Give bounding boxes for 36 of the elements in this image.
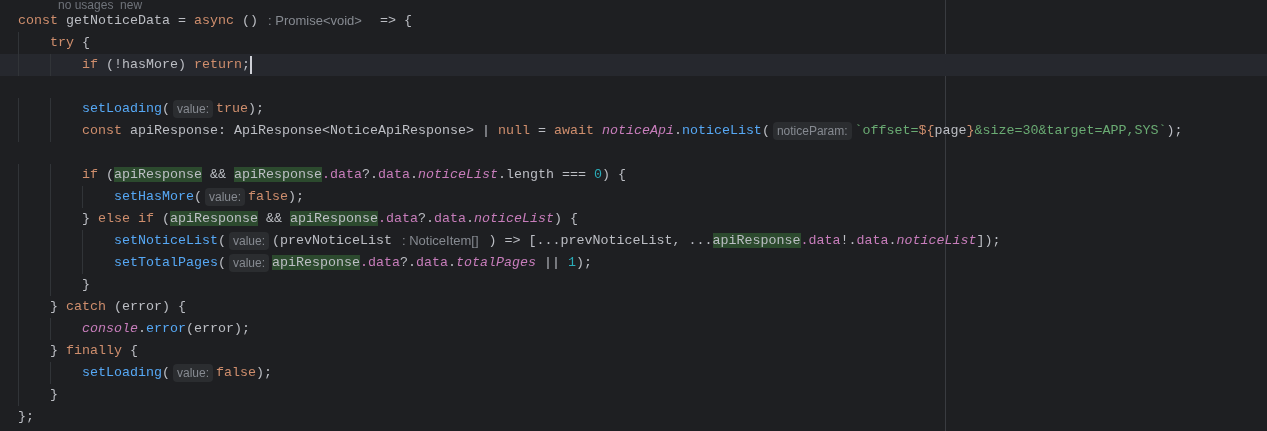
inlay-hint: value: bbox=[172, 100, 213, 118]
code-text: try { bbox=[49, 34, 90, 52]
code-text: setLoading( bbox=[81, 364, 170, 382]
code-text: }; bbox=[18, 408, 34, 426]
inlay-hint: value: bbox=[172, 364, 213, 382]
type-hint: : Promise<void> bbox=[267, 12, 363, 30]
code-text: ) => [...prevNoticeList, ...apiResponse.data!.data.noticeList]); bbox=[487, 232, 1001, 250]
inlay-hint: noticeParam: bbox=[772, 122, 852, 140]
inlay-hint: value: bbox=[228, 254, 269, 272]
code-text: if (apiResponse && apiResponse.data?.data.noticeList.length === 0) { bbox=[81, 166, 626, 184]
code-text: } bbox=[81, 276, 90, 294]
code-text: setHasMore( bbox=[112, 188, 202, 206]
code-text: if (!hasMore) return; bbox=[81, 56, 250, 74]
code-text: setLoading( bbox=[81, 100, 170, 118]
code-text: } else if (apiResponse && apiResponse.data?.data.noticeList) { bbox=[81, 210, 578, 228]
code-text: } finally { bbox=[49, 342, 138, 360]
code-text: } catch (error) { bbox=[49, 298, 186, 316]
code-text: setTotalPages( bbox=[112, 254, 226, 272]
code-text: apiResponse.data?.data.totalPages || 1); bbox=[272, 254, 592, 272]
code-editor[interactable] bbox=[0, 0, 1267, 431]
code-text: console.error(error); bbox=[81, 320, 250, 338]
code-text: (prevNoticeList bbox=[272, 232, 393, 250]
code-text: const getNoticeData = async () bbox=[18, 12, 259, 30]
code-text: false); bbox=[248, 188, 304, 206]
code-text: } bbox=[49, 386, 58, 404]
code-text: false); bbox=[216, 364, 272, 382]
type-hint: : NoticeItem[] bbox=[401, 232, 480, 250]
inlay-hint: value: bbox=[228, 232, 269, 250]
code-text: `offset=${page}&size=30&target=APP,SYS`); bbox=[854, 122, 1183, 140]
code-text: true); bbox=[216, 100, 264, 118]
code-text: setNoticeList( bbox=[112, 232, 226, 250]
usage-hint[interactable]: no usages new bbox=[58, 0, 143, 11]
code-text: => { bbox=[378, 12, 412, 30]
inlay-hint: value: bbox=[204, 188, 245, 206]
text-cursor bbox=[249, 56, 252, 74]
code-text: const apiResponse: ApiResponse<NoticeApiResponse> | null = await noticeApi.noticeList( bbox=[81, 122, 770, 140]
